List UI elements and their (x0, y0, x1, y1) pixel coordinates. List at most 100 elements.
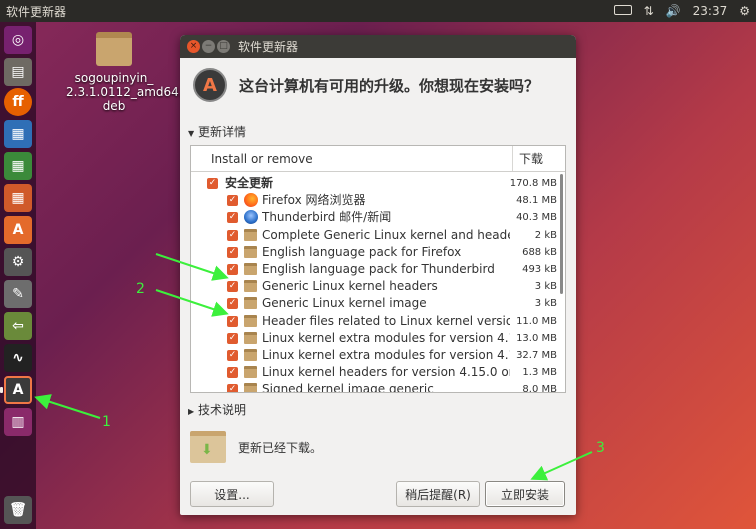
update-item-row[interactable]: ✓ Generic Linux kernel image 3 kB (191, 295, 565, 312)
details-expander[interactable]: ▼ 更新详情 (188, 123, 246, 140)
package-icon (244, 280, 257, 293)
active-app-title: 软件更新器 (6, 4, 67, 19)
top-panel: 软件更新器 ⇅ 🔊 23:37 ⚙ (0, 0, 756, 22)
remote-desktop-icon[interactable]: ⇦ (4, 312, 32, 340)
checkbox-checked[interactable]: ✓ (227, 367, 238, 379)
update-item-name: Firefox 网络浏览器 (262, 193, 366, 208)
package-icon (244, 245, 257, 258)
system-monitor-icon[interactable]: ∿ (4, 344, 32, 372)
writer-icon[interactable]: ▦ (4, 120, 32, 148)
update-item-row[interactable]: ✓ Linux kernel headers for version 4.15.0… (191, 364, 565, 381)
update-item-size: 13.0 MB (516, 332, 557, 344)
checkbox-checked[interactable]: ✓ (227, 246, 238, 258)
update-item-size: 11.0 MB (516, 315, 557, 327)
updates-list[interactable]: Install or remove 下载 ✓ 安全更新 170.8 MB ✓ Fi… (190, 145, 566, 393)
update-item-name: Complete Generic Linux kernel and header… (262, 227, 510, 242)
update-item-row[interactable]: ✓ Complete Generic Linux kernel and heade… (191, 227, 565, 244)
network-icon[interactable]: ⇅ (644, 4, 654, 18)
update-item-row[interactable]: ✓ Header files related to Linux kernel ve… (191, 313, 565, 330)
download-status-text: 更新已经下载。 (238, 440, 323, 455)
arrow-to-launcher-icon (34, 394, 101, 419)
checkbox-checked[interactable]: ✓ (227, 315, 238, 327)
firefox-launcher-icon[interactable]: ff (4, 88, 32, 116)
column-header-name[interactable]: Install or remove (201, 146, 513, 171)
update-item-name: Header files related to Linux kernel ver… (262, 313, 510, 328)
close-icon[interactable]: × (187, 40, 200, 53)
firefox-icon (244, 193, 258, 208)
trash-icon[interactable]: 🗑 (4, 496, 32, 524)
download-package-icon (190, 431, 226, 463)
minimize-icon[interactable]: − (202, 40, 215, 53)
expanded-arrow-icon: ▼ (188, 129, 195, 138)
desktop-file-sogoupinyin[interactable]: sogoupinyin_ 2.3.1.0112_amd64. deb (66, 32, 183, 113)
remind-later-button[interactable]: 稍后提醒(R) (396, 481, 480, 507)
maximize-icon[interactable]: □ (217, 40, 230, 53)
keyboard-icon[interactable] (613, 4, 632, 18)
checkbox-checked[interactable]: ✓ (227, 195, 238, 207)
update-item-size: 1.3 MB (522, 367, 557, 379)
update-item-row[interactable]: ✓ Signed kernel image generic 8.0 MB (191, 381, 565, 393)
update-item-name: English language pack for Firefox (262, 244, 462, 259)
update-item-row[interactable]: ✓ Linux kernel extra modules for version … (191, 347, 565, 364)
package-icon (244, 262, 257, 275)
install-now-button[interactable]: 立即安装 (485, 481, 565, 507)
files-icon[interactable]: ▤ (4, 58, 32, 86)
desktop-file-label: sogoupinyin_ 2.3.1.0112_amd64. deb (66, 71, 183, 113)
dash-icon[interactable]: ◎ (4, 26, 32, 54)
package-icon (244, 314, 257, 327)
update-item-size: 32.7 MB (516, 349, 557, 361)
impress-icon[interactable]: ▦ (4, 184, 32, 212)
package-icon (244, 366, 257, 379)
package-icon (244, 331, 257, 344)
system-settings-icon[interactable]: ⚙ (4, 248, 32, 276)
settings-button[interactable]: 设置... (190, 481, 274, 507)
checkbox-checked[interactable]: ✓ (227, 349, 238, 361)
update-item-size: 2 kB (534, 229, 557, 241)
window-title: 软件更新器 (238, 40, 299, 54)
update-item-name: English language pack for Thunderbird (262, 261, 495, 276)
window-titlebar[interactable]: × − □ 软件更新器 (180, 35, 576, 58)
update-item-row[interactable]: ✓ Generic Linux kernel headers 3 kB (191, 278, 565, 295)
technical-details-expander[interactable]: ▶ 技术说明 (188, 401, 246, 418)
annotation-label-1: 1 (102, 414, 111, 430)
update-item-size: 688 kB (522, 246, 557, 258)
annotation-label-3: 3 (596, 440, 605, 456)
workspace-switcher-icon[interactable]: ▥ (4, 408, 32, 436)
clock[interactable]: 23:37 (693, 4, 728, 18)
text-editor-icon[interactable]: ✎ (4, 280, 32, 308)
checkbox-checked[interactable]: ✓ (227, 212, 238, 224)
checkbox-checked[interactable]: ✓ (207, 178, 218, 189)
checkbox-checked[interactable]: ✓ (227, 229, 238, 241)
update-item-size: 3 kB (534, 281, 557, 293)
group-row-security-updates[interactable]: ✓ 安全更新 170.8 MB (191, 175, 565, 192)
thunderbird-icon (244, 210, 258, 225)
update-item-name: Signed kernel image generic (262, 382, 434, 393)
download-status: 更新已经下载。 (190, 431, 322, 463)
update-item-size: 8.0 MB (522, 384, 557, 393)
checkbox-checked[interactable]: ✓ (227, 263, 238, 275)
checkbox-checked[interactable]: ✓ (227, 384, 238, 392)
power-icon[interactable]: ⚙ (739, 4, 750, 18)
checkbox-checked[interactable]: ✓ (227, 298, 238, 310)
software-updater-launcher-icon[interactable]: A (4, 376, 32, 404)
update-item-size: 3 kB (534, 298, 557, 310)
active-pip (0, 387, 3, 393)
update-item-name: Linux kernel extra modules for version 4… (262, 347, 510, 362)
software-updater-icon: A (193, 68, 227, 102)
update-item-row[interactable]: ✓ English language pack for Firefox 688 kB (191, 244, 565, 261)
update-item-row[interactable]: ✓ Firefox 网络浏览器 48.1 MB (191, 192, 565, 209)
calc-icon[interactable]: ▦ (4, 152, 32, 180)
update-item-row[interactable]: ✓ Thunderbird 邮件/新闻 40.3 MB (191, 209, 565, 226)
annotation-label-2: 2 (136, 281, 145, 297)
volume-icon[interactable]: 🔊 (666, 4, 681, 18)
update-item-size: 493 kB (522, 263, 557, 275)
checkbox-checked[interactable]: ✓ (227, 332, 238, 344)
launcher: ◎ ▤ ff ▦ ▦ ▦ A ⚙ ✎ ⇦ ∿ A ▥ 🗑 (0, 22, 36, 529)
column-header-size[interactable]: 下载 (513, 146, 543, 171)
list-scrollbar[interactable] (560, 174, 564, 384)
software-center-icon[interactable]: A (4, 216, 32, 244)
checkbox-checked[interactable]: ✓ (227, 281, 238, 293)
update-item-row[interactable]: ✓ English language pack for Thunderbird 49… (191, 261, 565, 278)
update-item-row[interactable]: ✓ Linux kernel extra modules for version … (191, 330, 565, 347)
scrollbar-thumb[interactable] (560, 174, 563, 294)
